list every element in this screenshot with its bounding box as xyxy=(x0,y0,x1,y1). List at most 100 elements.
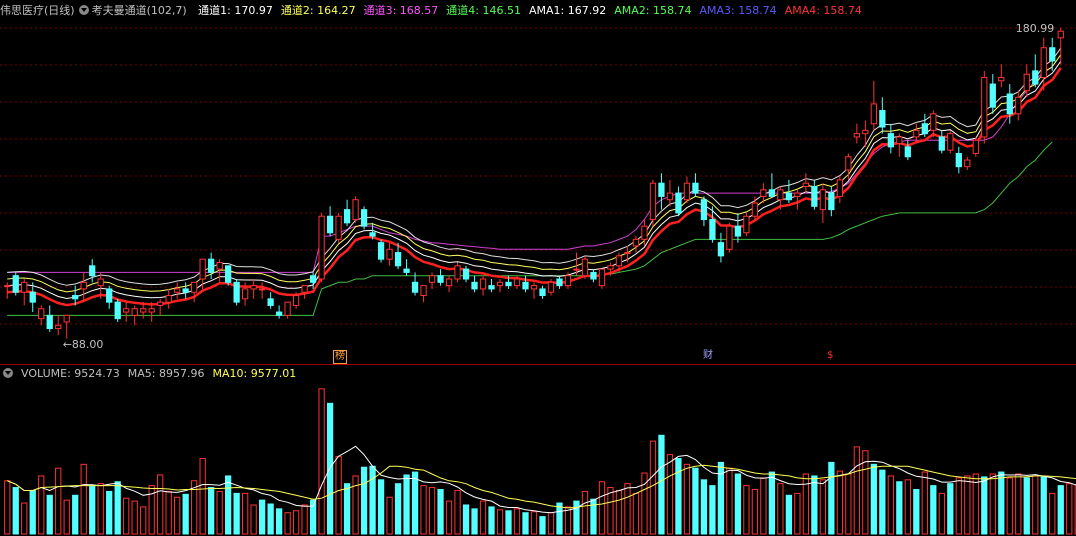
indicator-name: 考夫曼通道(102,7) xyxy=(91,4,187,17)
volume-bar xyxy=(709,485,716,535)
volume-legend-item-2: MA10: 9577.01 xyxy=(212,367,297,380)
volume-bar xyxy=(216,490,223,535)
candle-body xyxy=(505,281,512,287)
candle-body xyxy=(242,288,249,300)
candle-body xyxy=(496,281,504,287)
marker-bang[interactable]: 榜 xyxy=(333,350,347,364)
volume-bar xyxy=(301,504,308,535)
volume-bar xyxy=(1049,492,1056,535)
candle-body xyxy=(896,136,903,145)
volume-bar xyxy=(607,487,614,535)
volume-bar xyxy=(284,512,291,535)
volume-bar xyxy=(819,479,826,535)
candle-body xyxy=(386,248,393,260)
candle-body xyxy=(352,199,359,221)
volume-legend-item-0: VOLUME: 9524.73 xyxy=(21,367,120,380)
volume-bar xyxy=(428,487,436,535)
volume-chart[interactable] xyxy=(0,382,1076,536)
candle-body xyxy=(318,215,325,280)
volume-bar xyxy=(845,473,852,535)
candle-body xyxy=(174,288,181,293)
volume-bar xyxy=(887,475,894,535)
high-price-label: 180.99 xyxy=(1016,22,1054,35)
volume-bar xyxy=(343,483,351,535)
candle-body xyxy=(428,275,436,283)
candle-body xyxy=(29,291,36,303)
volume-bar xyxy=(581,490,589,535)
volume-bar xyxy=(862,450,869,535)
candle-body xyxy=(445,278,453,287)
indicator-toggle-icon[interactable] xyxy=(78,5,89,15)
candle-body xyxy=(751,202,759,217)
candle-body xyxy=(581,258,589,277)
candle-body xyxy=(819,189,826,211)
volume-bar xyxy=(666,454,674,535)
volume-bar xyxy=(445,500,453,535)
volume-bar xyxy=(182,493,189,535)
price-legend-item-0: 通道1: 170.97 xyxy=(198,4,273,17)
candle-body xyxy=(335,215,342,240)
candle-body xyxy=(140,308,147,313)
volume-bar xyxy=(913,488,920,535)
volume-bar xyxy=(29,489,36,535)
volume-bar xyxy=(539,516,546,535)
candle-body xyxy=(1032,70,1039,85)
candle-body xyxy=(615,255,623,267)
candle-body xyxy=(488,285,495,290)
candle-body xyxy=(360,209,368,227)
volume-bar xyxy=(275,508,283,535)
candle-body xyxy=(904,146,911,158)
volume-bar xyxy=(165,490,172,535)
candle-body xyxy=(785,192,793,201)
candle-body xyxy=(658,182,665,197)
volume-bar xyxy=(420,485,427,535)
candle-body xyxy=(870,103,877,125)
volume-bar xyxy=(921,471,928,535)
candle-body xyxy=(131,308,138,316)
candle-body xyxy=(709,219,716,240)
volume-bar xyxy=(174,496,181,535)
candle-body xyxy=(72,295,79,300)
volume-bar xyxy=(242,492,249,535)
volume-toggle-icon[interactable] xyxy=(3,368,13,378)
volume-bar xyxy=(777,483,784,535)
candle-body xyxy=(828,192,835,211)
candle-body xyxy=(938,136,945,151)
volume-bar xyxy=(853,446,860,535)
volume-bar xyxy=(547,512,555,535)
volume-bar xyxy=(403,474,410,535)
candle-body xyxy=(343,209,351,224)
candle-body xyxy=(63,314,70,323)
price-chart[interactable]: 180.99 ←88.00 xyxy=(0,18,1076,365)
candle-body xyxy=(411,281,419,293)
price-legend-item-3: 通道4: 146.51 xyxy=(446,4,521,17)
volume-bar xyxy=(250,504,257,535)
volume-bar xyxy=(675,458,682,535)
volume-bar xyxy=(981,476,988,535)
volume-bar xyxy=(624,483,631,535)
candle-body xyxy=(1040,47,1047,78)
candle-body xyxy=(106,288,113,303)
candle-body xyxy=(97,278,104,287)
volume-bar xyxy=(743,485,750,535)
volume-bar xyxy=(870,463,877,535)
volume-bar xyxy=(123,497,130,535)
candle-body xyxy=(700,199,708,221)
marker-dollar[interactable]: $ xyxy=(826,350,834,362)
marker-cai[interactable]: 财 xyxy=(702,350,714,362)
candle-body xyxy=(547,281,555,293)
candle-body xyxy=(216,261,223,270)
candle-body xyxy=(598,268,606,287)
volume-bar xyxy=(318,388,325,535)
candle-body xyxy=(921,123,928,135)
volume-bar xyxy=(955,477,962,535)
volume-bar xyxy=(157,474,164,535)
volume-bar xyxy=(564,506,572,535)
candle-body xyxy=(1015,96,1022,115)
volume-bar xyxy=(989,473,996,535)
volume-bar xyxy=(114,481,121,535)
candle-body xyxy=(309,275,317,283)
candle-body xyxy=(292,295,300,306)
candle-body xyxy=(836,179,843,197)
price-legend-item-4: AMA1: 167.92 xyxy=(528,4,607,17)
